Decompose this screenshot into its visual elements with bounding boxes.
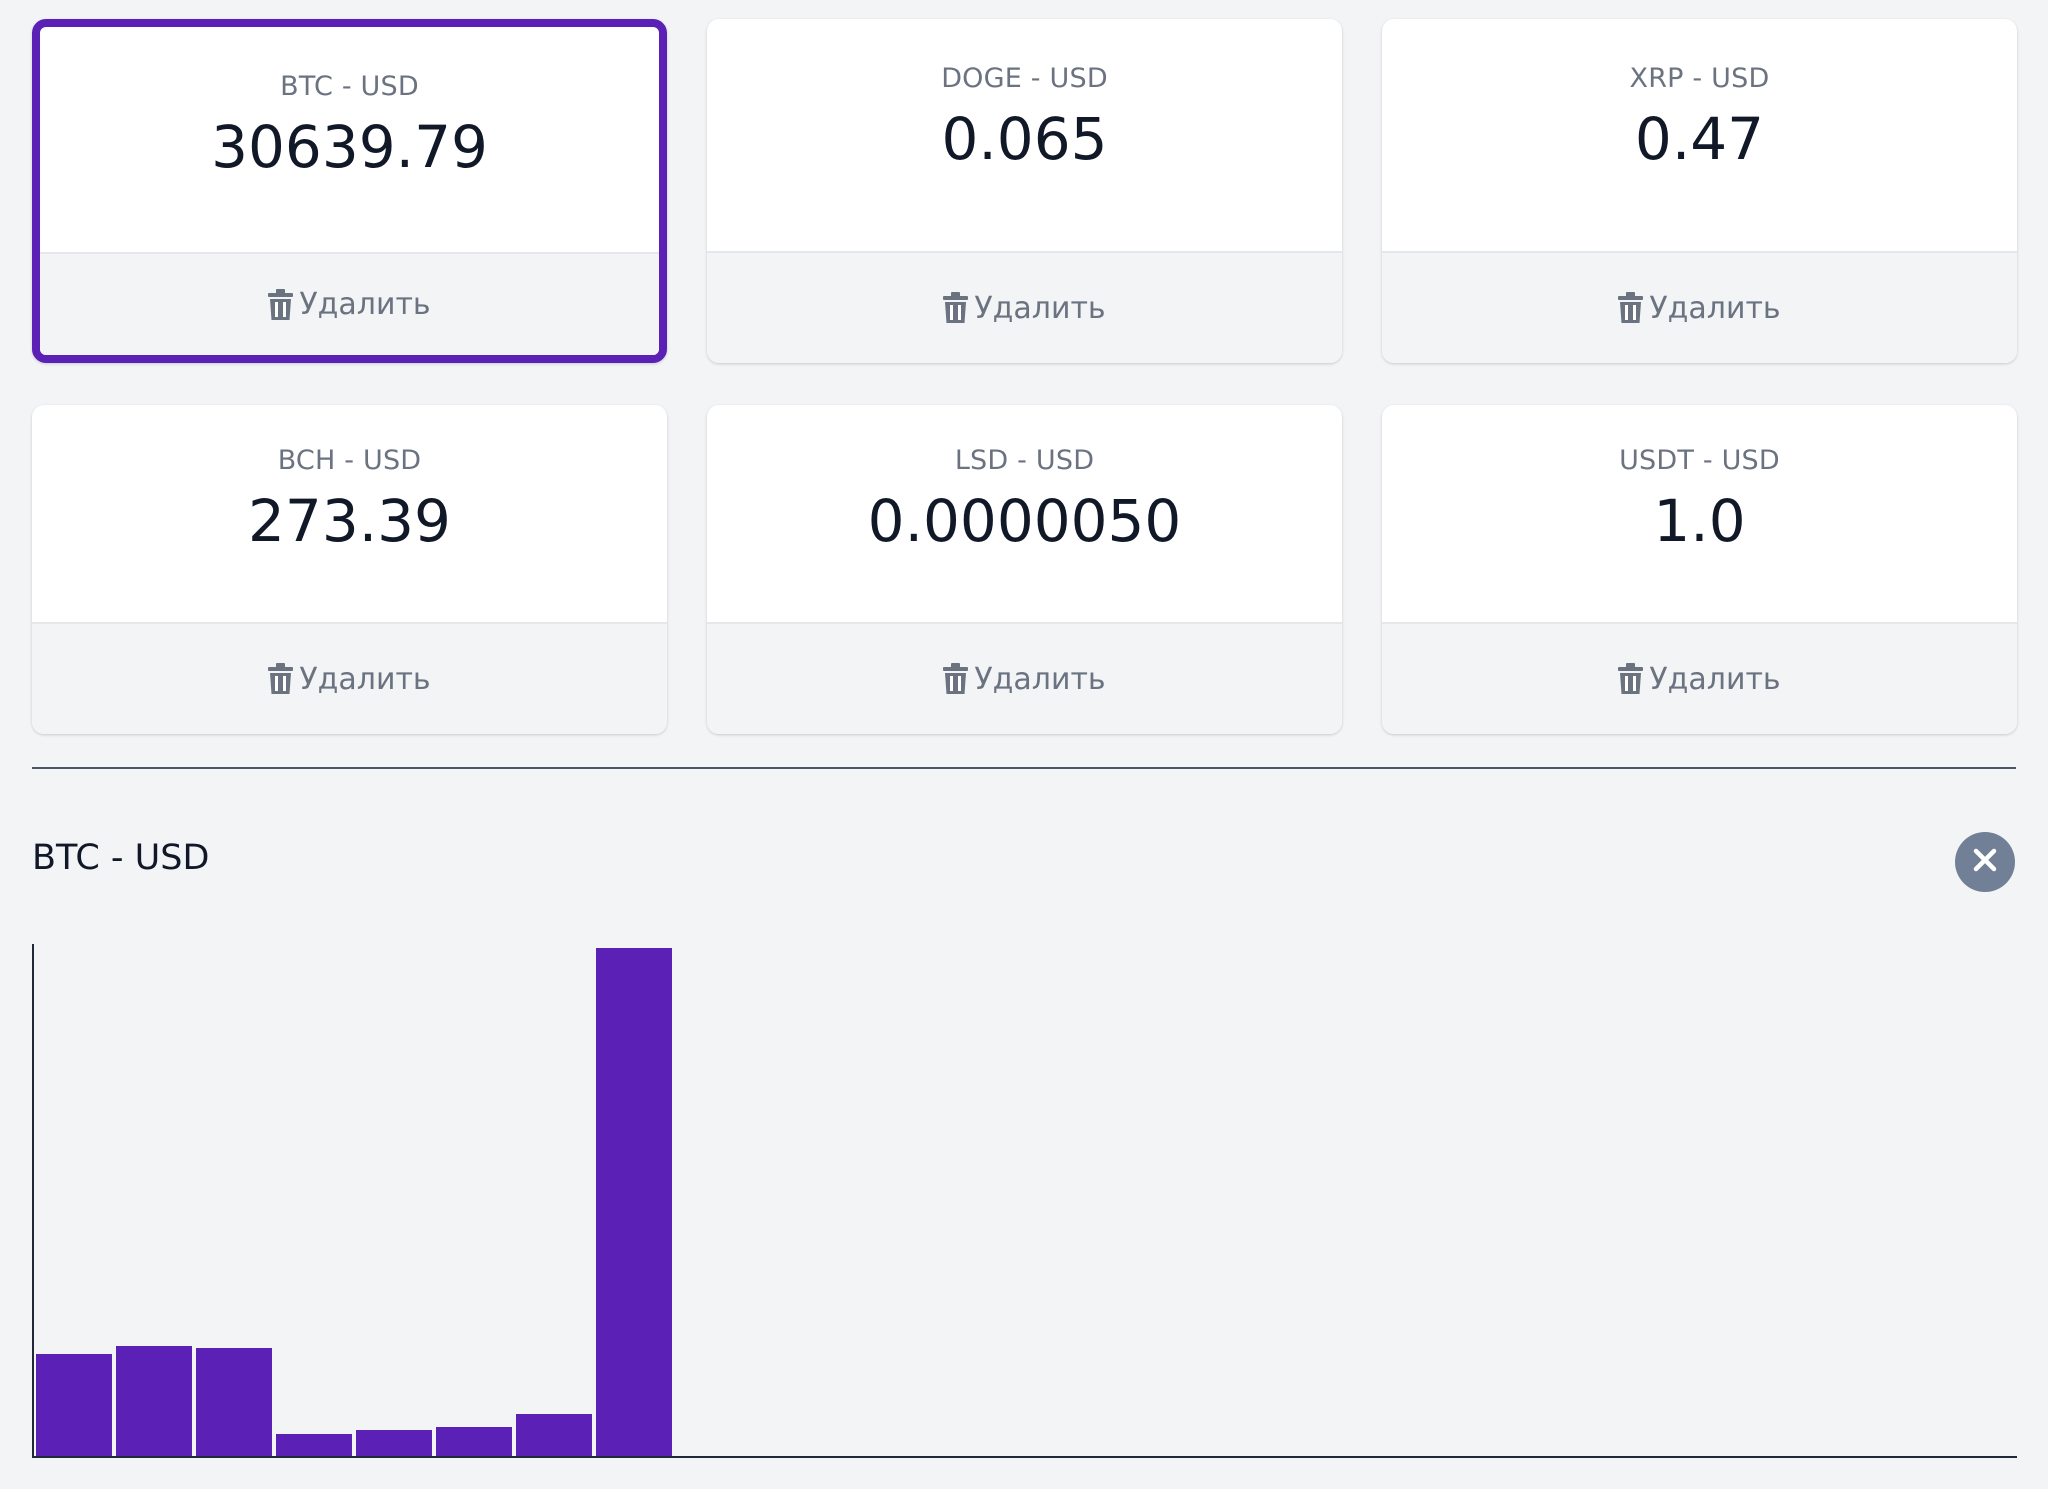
ticker-card-body: USDT - USD 1.0 — [1382, 405, 2017, 622]
ticker-card-body: DOGE - USD 0.065 — [707, 19, 1342, 251]
chart-bar — [436, 1427, 512, 1456]
ticker-price: 1.0 — [1653, 486, 1746, 555]
ticker-name: BTC - USD — [280, 70, 419, 102]
ticker-price: 273.39 — [248, 486, 451, 555]
ticker-card-body: BTC - USD 30639.79 — [40, 27, 659, 252]
ticker-card-body: BCH - USD 273.39 — [32, 405, 667, 622]
trash-icon — [943, 292, 969, 324]
ticker-price: 0.0000050 — [867, 486, 1182, 555]
chart-bar — [36, 1354, 112, 1456]
trash-icon — [943, 663, 969, 695]
price-chart — [32, 944, 2017, 1458]
delete-button[interactable]: Удалить — [707, 622, 1342, 734]
ticker-price: 0.47 — [1634, 105, 1765, 173]
delete-button[interactable]: Удалить — [1382, 622, 2017, 734]
ticker-card-usdt[interactable]: USDT - USD 1.0 Удалить — [1382, 405, 2017, 734]
price-chart-bars — [36, 948, 672, 1456]
delete-label: Удалить — [1649, 661, 1781, 697]
chart-bar — [516, 1414, 592, 1456]
ticker-card-body: XRP - USD 0.47 — [1382, 19, 2017, 251]
chart-bar — [116, 1346, 192, 1456]
delete-label: Удалить — [1649, 290, 1781, 326]
delete-label: Удалить — [299, 287, 431, 322]
graph-title: BTC - USD — [32, 838, 210, 878]
ticker-card-bch[interactable]: BCH - USD 273.39 Удалить — [32, 405, 667, 734]
ticker-card-lsd[interactable]: LSD - USD 0.0000050 Удалить — [707, 405, 1342, 734]
ticker-name: XRP - USD — [1629, 63, 1770, 94]
chart-bar — [596, 948, 672, 1456]
trash-icon — [268, 288, 294, 321]
delete-button[interactable]: Удалить — [40, 252, 659, 355]
ticker-name: BCH - USD — [277, 444, 422, 476]
chart-bar — [276, 1434, 352, 1456]
ticker-card-btc[interactable]: BTC - USD 30639.79 Удалить — [32, 19, 667, 363]
delete-button[interactable]: Удалить — [1382, 251, 2017, 363]
delete-label: Удалить — [974, 661, 1106, 697]
chart-bar — [196, 1348, 272, 1456]
ticker-name: LSD - USD — [954, 444, 1095, 476]
close-icon — [1971, 846, 1999, 878]
ticker-name: USDT - USD — [1619, 444, 1780, 476]
delete-label: Удалить — [974, 290, 1106, 326]
ticker-card-doge[interactable]: DOGE - USD 0.065 Удалить — [707, 19, 1342, 363]
ticker-name: DOGE - USD — [941, 63, 1108, 94]
delete-button[interactable]: Удалить — [707, 251, 1342, 363]
ticker-price: 30639.79 — [211, 112, 488, 181]
delete-label: Удалить — [299, 661, 431, 697]
ticker-price: 0.065 — [941, 105, 1108, 173]
delete-button[interactable]: Удалить — [32, 622, 667, 734]
ticker-grid: BTC - USD 30639.79 Удалить DOGE - USD 0.… — [32, 19, 2017, 734]
trash-icon — [1618, 292, 1644, 324]
trash-icon — [1618, 663, 1644, 695]
ticker-card-body: LSD - USD 0.0000050 — [707, 405, 1342, 622]
trash-icon — [268, 663, 294, 695]
close-graph-button[interactable] — [1955, 832, 2015, 892]
ticker-card-xrp[interactable]: XRP - USD 0.47 Удалить — [1382, 19, 2017, 363]
section-divider — [32, 767, 2016, 769]
chart-bar — [356, 1430, 432, 1456]
